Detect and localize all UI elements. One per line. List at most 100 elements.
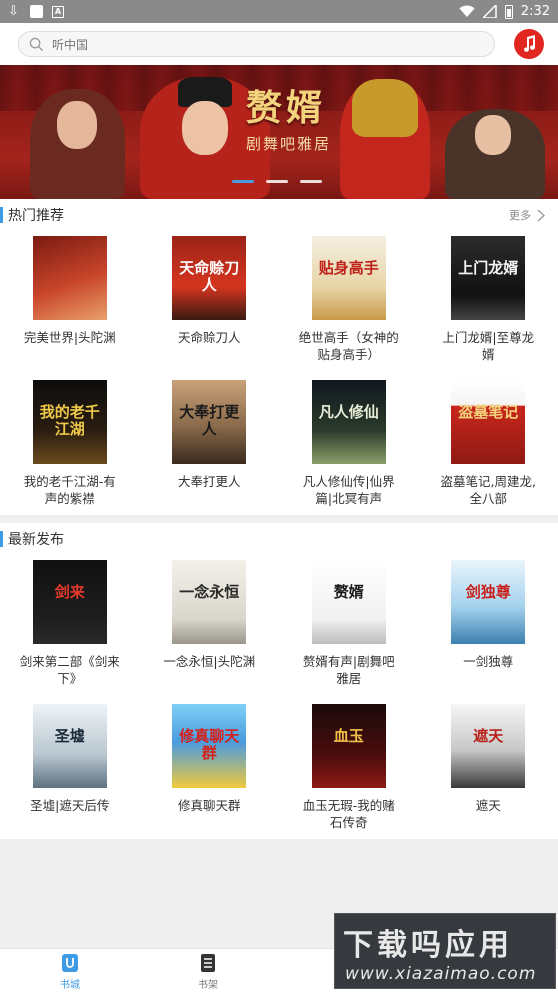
- watermark-line2: www.xiazaimao.com: [345, 964, 537, 984]
- book-title[interactable]: 遮天: [438, 797, 538, 814]
- section-header: 热门推荐 更多: [0, 199, 558, 231]
- book-cover-text: 遮天: [473, 727, 504, 745]
- book-cover-text: 血玉: [333, 727, 364, 745]
- book-cover-text: 大奉打更人: [179, 403, 240, 438]
- book-cover-image[interactable]: 盗墓笔记: [451, 380, 526, 464]
- app-square-icon: [30, 5, 43, 18]
- book-title[interactable]: 完美世界|头陀渊: [20, 329, 120, 346]
- banner-title: 赘婿: [246, 87, 327, 129]
- signal-icon: [482, 5, 497, 18]
- book-cover-image[interactable]: 上门龙婿: [451, 236, 526, 320]
- banner-carousel[interactable]: 赘婿 剧舞吧雅居: [0, 65, 558, 199]
- battery-icon: [504, 4, 513, 19]
- book-title[interactable]: 一念永恒|头陀渊: [159, 653, 259, 670]
- book-cover-text: 天命赊刀人: [179, 259, 240, 294]
- wifi-icon: [459, 5, 475, 17]
- book-cover-image[interactable]: 我的老千江湖: [32, 380, 107, 464]
- book-item[interactable]: 贴身高手绝世高手（女神的贴身高手）: [279, 231, 419, 369]
- book-item[interactable]: 大奉打更人 大奉打更人: [140, 375, 280, 513]
- status-time: 2:32: [520, 4, 550, 19]
- book-item[interactable]: 我的老千江湖 我的老千江湖-有声的紫襟: [0, 375, 140, 513]
- book-cover-image[interactable]: 剑来: [32, 560, 107, 644]
- chevron-right-icon: [537, 209, 545, 221]
- book-cover-image[interactable]: 圣墟: [32, 704, 107, 788]
- book-title[interactable]: 我的老千江湖-有声的紫襟: [20, 473, 120, 507]
- book-cover-image[interactable]: 遮天: [451, 704, 526, 788]
- book-item[interactable]: 圣墟圣墟|遮天后传: [0, 699, 140, 837]
- book-cover-text: 我的老千江湖: [39, 403, 100, 438]
- book-item[interactable]: 剑独尊 一剑独尊: [419, 555, 558, 693]
- book-title[interactable]: 血玉无瑕-我的赌石传奇: [299, 797, 399, 831]
- book-grid: 完美世界|头陀渊 天命赊刀人 天命赊刀人 贴身高手 绝世高手（女神的贴身高手） 上门龙婿上…: [0, 231, 558, 513]
- latest-release-section: 最新发布 剑来 剑来第二部《剑来下》 一念永恒 一念永恒|头陀渊 赘婿 赘婿有声|剧舞吧雅…: [0, 523, 558, 839]
- book-item[interactable]: 凡人修仙凡人修仙传|仙界篇|北冥有声: [279, 375, 419, 513]
- book-grid: 剑来 剑来第二部《剑来下》 一念永恒 一念永恒|头陀渊 赘婿 赘婿有声|剧舞吧雅居 剑独尊一…: [0, 555, 558, 837]
- hot-recommend-section: 热门推荐 更多 完美世界|头陀渊 天命赊刀人 天命赊刀人 贴身高手 绝世高手（女神的贴身…: [0, 199, 558, 515]
- tab-bookshelf[interactable]: 书架: [178, 953, 238, 991]
- carousel-dots: [232, 180, 322, 183]
- book-title[interactable]: 凡人修仙传|仙界篇|北冥有声: [299, 473, 399, 507]
- banner-figure: [340, 79, 430, 199]
- book-cover-image[interactable]: 贴身高手: [311, 236, 386, 320]
- book-cover-text: 一念永恒: [179, 583, 240, 601]
- carousel-dot[interactable]: [300, 180, 322, 183]
- book-cover-image[interactable]: 大奉打更人: [172, 380, 247, 464]
- book-cover-image[interactable]: 剑独尊: [451, 560, 526, 644]
- more-label: 更多: [509, 209, 531, 222]
- banner-figure: [30, 89, 125, 199]
- book-cover-text: 贴身高手: [318, 259, 379, 277]
- shelf-icon: [201, 954, 215, 972]
- book-cover-image[interactable]: 凡人修仙: [311, 380, 386, 464]
- top-bar: 听中国: [0, 23, 558, 65]
- book-cover-image[interactable]: 修真聊天群: [172, 704, 247, 788]
- book-title[interactable]: 盗墓笔记,周建龙,全八部: [438, 473, 538, 507]
- music-note-icon: [524, 35, 536, 52]
- book-item[interactable]: 上门龙婿上门龙婿|至尊龙婿: [419, 231, 558, 369]
- tab-label: 书城: [60, 980, 80, 991]
- book-cover-text: 剑独尊: [465, 583, 511, 601]
- book-item[interactable]: 剑来剑来第二部《剑来下》: [0, 555, 140, 693]
- status-bar: ⇩ A 2:32: [0, 0, 558, 23]
- book-item[interactable]: 遮天 遮天: [419, 699, 558, 837]
- search-input[interactable]: 听中国: [18, 31, 495, 57]
- book-item[interactable]: 完美世界|头陀渊: [0, 231, 140, 369]
- book-item[interactable]: 赘婿赘婿有声|剧舞吧雅居: [279, 555, 419, 693]
- music-button[interactable]: [514, 29, 544, 59]
- book-title[interactable]: 修真聊天群: [159, 797, 259, 814]
- search-placeholder: 听中国: [52, 37, 89, 52]
- book-cover-image[interactable]: 天命赊刀人: [172, 236, 247, 320]
- book-cover-text: 修真聊天群: [179, 727, 240, 762]
- book-item[interactable]: 修真聊天群 修真聊天群: [140, 699, 280, 837]
- book-title[interactable]: 一剑独尊: [438, 653, 538, 670]
- book-cover-image[interactable]: [32, 236, 107, 320]
- book-title[interactable]: 绝世高手（女神的贴身高手）: [299, 329, 399, 363]
- book-cover-image[interactable]: 血玉: [311, 704, 386, 788]
- book-item[interactable]: 盗墓笔记盗墓笔记,周建龙,全八部: [419, 375, 558, 513]
- book-title[interactable]: 剑来第二部《剑来下》: [20, 653, 120, 687]
- book-title[interactable]: 天命赊刀人: [159, 329, 259, 346]
- search-icon: [29, 37, 44, 51]
- book-item[interactable]: 天命赊刀人 天命赊刀人: [140, 231, 280, 369]
- tab-bookstore[interactable]: 书城: [40, 953, 100, 991]
- book-cover-text: 圣墟: [54, 727, 85, 745]
- book-cover-text: 盗墓笔记: [458, 403, 519, 421]
- book-item[interactable]: 血玉血玉无瑕-我的赌石传奇: [279, 699, 419, 837]
- book-item[interactable]: 一念永恒一念永恒|头陀渊: [140, 555, 280, 693]
- book-title[interactable]: 上门龙婿|至尊龙婿: [438, 329, 538, 363]
- section-header: 最新发布: [0, 523, 558, 555]
- section-title: 最新发布: [8, 532, 64, 548]
- more-link[interactable]: 更多: [509, 207, 558, 223]
- banner-subtitle: 剧舞吧雅居: [246, 135, 332, 153]
- book-title[interactable]: 赘婿有声|剧舞吧雅居: [299, 653, 399, 687]
- carousel-dot[interactable]: [266, 180, 288, 183]
- download-icon: ⇩: [8, 4, 19, 19]
- book-cover-text: 凡人修仙: [318, 403, 379, 421]
- banner-figure: [445, 109, 545, 199]
- book-cover-image[interactable]: 赘婿: [311, 560, 386, 644]
- tab-label: 书架: [198, 980, 218, 991]
- book-title[interactable]: 圣墟|遮天后传: [20, 797, 120, 814]
- carousel-dot-active[interactable]: [232, 180, 254, 183]
- book-title[interactable]: 大奉打更人: [159, 473, 259, 490]
- book-cover-image[interactable]: 一念永恒: [172, 560, 247, 644]
- book-cover-text: 赘婿: [333, 583, 364, 601]
